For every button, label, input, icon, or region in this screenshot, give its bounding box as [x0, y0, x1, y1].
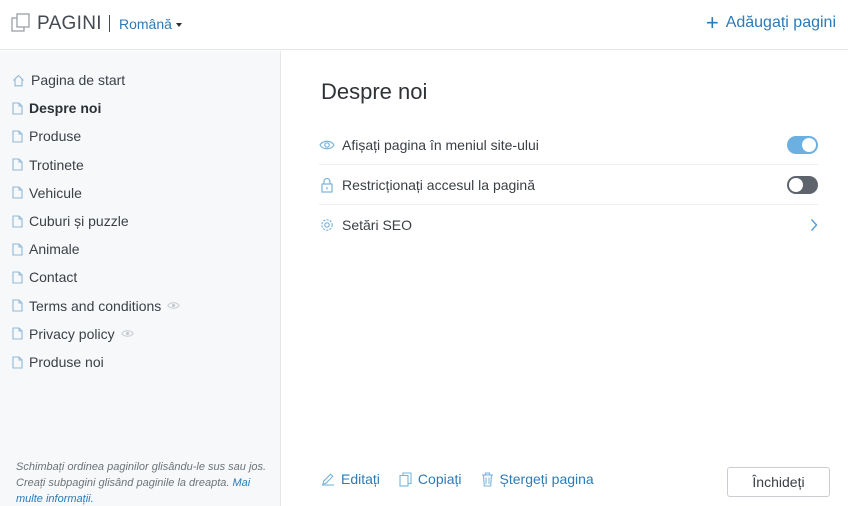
- trash-icon: [481, 471, 493, 487]
- edit-page-button[interactable]: Editați: [321, 471, 380, 487]
- top-bar: PAGINI Română + Adăugați pagini: [0, 0, 848, 50]
- page-icon: [12, 271, 23, 284]
- sidebar-item-label: Privacy policy: [29, 325, 115, 342]
- sidebar-item-label: Pagina de start: [31, 72, 126, 88]
- page-icon: [12, 243, 23, 256]
- page-settings-panel: Despre noi Afișați pagina în meniul site…: [282, 51, 848, 506]
- add-pages-label: Adăugați pagini: [725, 14, 836, 31]
- pages-sidebar: Pagina de start Despre noi Produse Trotinet…: [0, 51, 281, 506]
- caret-down-icon: [175, 23, 182, 28]
- gear-icon: [321, 219, 333, 231]
- setting-label: Setări SEO: [342, 217, 413, 233]
- sidebar-item-pagina-de-start[interactable]: Pagina de start: [12, 70, 125, 90]
- sidebar-item-animale[interactable]: Animale: [12, 239, 80, 259]
- page-icon: [12, 102, 23, 115]
- setting-show-in-menu[interactable]: Afișați pagina în meniul site-ului: [319, 125, 818, 165]
- sidebar-item-label: Cuburi și puzzle: [29, 213, 129, 229]
- setting-seo[interactable]: Setări SEO: [319, 205, 818, 245]
- pencil-icon: [322, 473, 334, 486]
- sidebar-item-produse-noi[interactable]: Produse noi: [12, 352, 104, 372]
- sidebar-item-cuburi-și-puzzle[interactable]: Cuburi și puzzle: [12, 211, 129, 231]
- lock-icon: [321, 177, 333, 193]
- app-title: PAGINI: [37, 13, 102, 34]
- setting-label: Afișați pagina în meniul site-ului: [342, 136, 539, 153]
- hint-text: Schimbați ordinea paginilor glisându-le …: [16, 461, 267, 489]
- setting-label: Restricționați accesul la pagină: [342, 176, 535, 193]
- sidebar-item-label: Terms and conditions: [29, 297, 162, 314]
- sidebar-item-terms-and-conditions[interactable]: Terms and conditions: [12, 296, 186, 316]
- sidebar-item-trotinete[interactable]: Trotinete: [12, 155, 84, 175]
- sidebar-item-label: Despre noi: [29, 100, 102, 117]
- copy-label: Copiați: [417, 471, 462, 487]
- sidebar-item-produse[interactable]: Produse: [12, 126, 81, 146]
- sidebar-item-despre-noi[interactable]: Despre noi: [12, 98, 101, 118]
- restrict-access-toggle[interactable]: [787, 175, 818, 194]
- delete-label: Ștergeți pagina: [499, 471, 594, 487]
- language-selector[interactable]: Română: [119, 16, 182, 32]
- show-in-menu-toggle[interactable]: [787, 135, 818, 154]
- pages-logo-icon: [11, 13, 30, 32]
- page-icon: [12, 214, 23, 228]
- add-pages-button[interactable]: + Adăugați pagini: [705, 10, 836, 35]
- edit-label: Editați: [341, 471, 380, 487]
- sidebar-item-label: Vehicule: [29, 184, 82, 201]
- setting-restrict-access[interactable]: Restricționați accesul la pagină: [319, 165, 818, 205]
- delete-page-button[interactable]: Ștergeți pagina: [481, 471, 594, 487]
- toggle-knob: [789, 177, 803, 192]
- sidebar-item-vehicule[interactable]: Vehicule: [12, 183, 82, 203]
- eye-icon: [319, 140, 335, 149]
- copy-icon: [399, 471, 412, 487]
- close-button[interactable]: Închideți: [727, 467, 830, 497]
- page-icon: [12, 299, 23, 312]
- page-icon: [12, 186, 23, 199]
- hidden-eye-icon: [120, 330, 134, 338]
- page-icon: [12, 355, 23, 369]
- page-icon: [12, 327, 23, 340]
- title-divider: [109, 15, 110, 32]
- plus-icon: +: [705, 10, 719, 35]
- hidden-eye-icon: [167, 302, 181, 309]
- language-label: Română: [119, 16, 172, 32]
- page-actions: Editați Copiați Ștergeți pagina: [321, 471, 613, 487]
- home-icon: [13, 74, 24, 86]
- sidebar-item-label: Produse: [29, 128, 82, 145]
- sidebar-item-label: Contact: [29, 269, 78, 286]
- sidebar-item-privacy-policy[interactable]: Privacy policy: [12, 324, 140, 344]
- copy-page-button[interactable]: Copiați: [399, 471, 462, 487]
- chevron-right-icon[interactable]: [810, 218, 818, 232]
- page-icon: [12, 158, 23, 171]
- sidebar-item-label: Trotinete: [29, 156, 84, 173]
- sidebar-item-label: Animale: [29, 241, 80, 258]
- sidebar-hint: Schimbați ordinea paginilor glisându-le …: [16, 459, 274, 506]
- page-icon: [12, 130, 23, 143]
- page-title: Despre noi: [321, 79, 428, 104]
- sidebar-item-contact[interactable]: Contact: [12, 267, 77, 287]
- toggle-knob: [802, 137, 816, 152]
- sidebar-item-label: Produse noi: [29, 354, 104, 370]
